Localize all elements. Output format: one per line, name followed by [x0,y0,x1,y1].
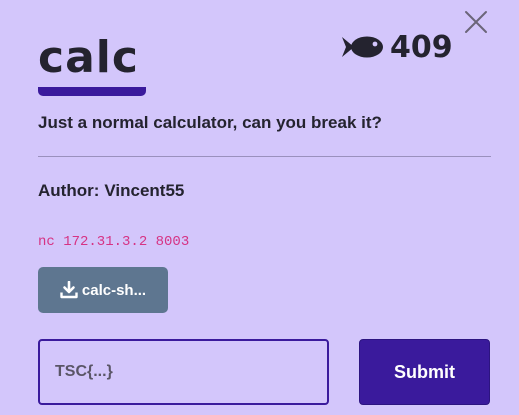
download-label: calc-sh... [81,281,147,299]
author-line: Author: Vincent55 [38,181,184,201]
author-name: Vincent55 [104,181,185,200]
close-icon [465,11,487,33]
download-icon [60,281,78,299]
title-underline [38,87,146,96]
download-attachment-button[interactable]: calc-sh... [38,267,168,313]
close-button[interactable] [463,9,489,35]
points-value: 409 [390,29,453,65]
connection-info: nc 172.31.3.2 8003 [38,234,190,250]
author-label: Author: [38,181,100,200]
divider [38,156,491,157]
points-display: 409 [342,27,453,67]
submit-button[interactable]: Submit [359,339,490,405]
challenge-description: Just a normal calculator, can you break … [38,113,382,132]
flag-input[interactable] [38,339,329,405]
challenge-title: calc [38,32,139,83]
fish-icon [342,36,383,58]
